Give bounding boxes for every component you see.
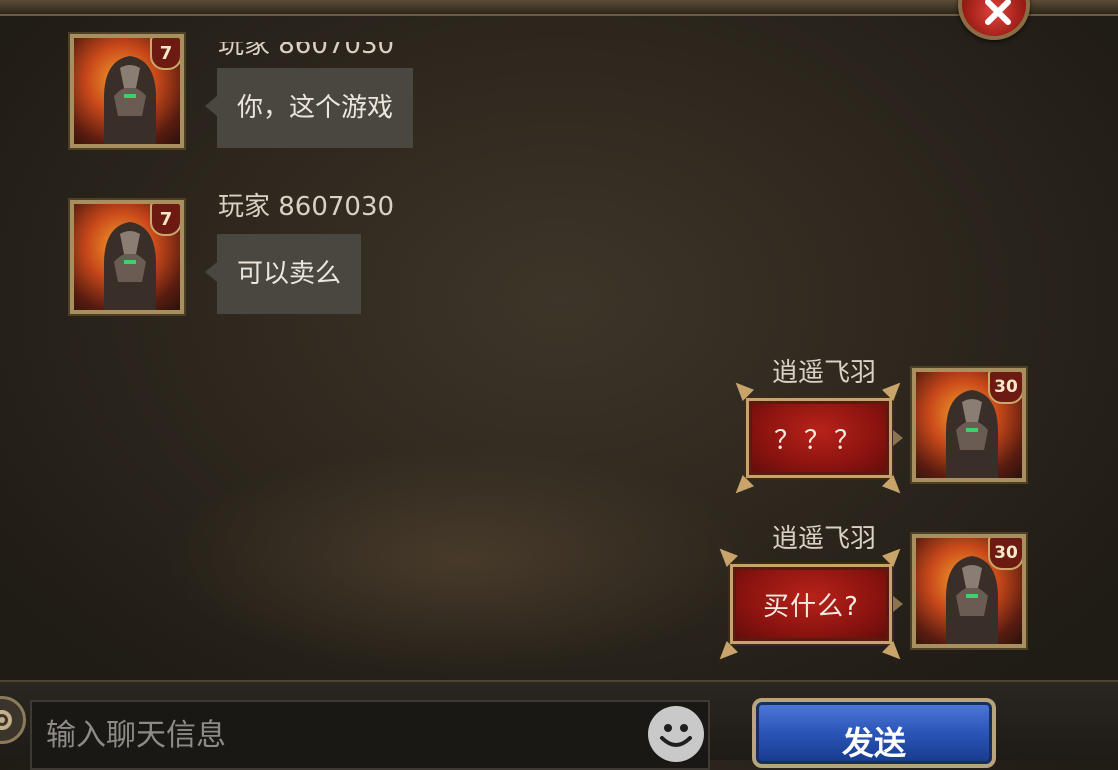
- smiley-icon: [660, 724, 692, 747]
- message-sender-name: 逍遥飞羽: [772, 524, 877, 554]
- chat-message-input[interactable]: [30, 700, 710, 770]
- bubble-corner-spike: [881, 640, 907, 666]
- level-badge: 30: [988, 372, 1022, 404]
- bubble-corner-spike: [881, 474, 907, 500]
- player-avatar[interactable]: 7: [68, 198, 186, 316]
- level-badge: 7: [150, 38, 180, 70]
- message-sender-name: 玩家 8607030: [218, 192, 395, 222]
- level-badge: 7: [150, 204, 180, 236]
- own-message-bubble: ？？？: [746, 398, 903, 478]
- bubble-corner-spike: [713, 640, 739, 666]
- player-avatar[interactable]: 30: [910, 532, 1028, 650]
- window-top-border: [0, 0, 1118, 16]
- own-message-bubble: 买什么?: [730, 564, 903, 644]
- close-button[interactable]: [958, 0, 1030, 40]
- gear-icon: [0, 710, 12, 730]
- player-avatar[interactable]: 7: [68, 32, 186, 150]
- close-x-icon: [985, 0, 1011, 25]
- message-bubble: 可以卖么: [204, 234, 362, 314]
- bubble-corner-spike: [729, 474, 755, 500]
- message-sender-name: 玩家 8607030: [218, 30, 395, 60]
- level-badge: 30: [988, 538, 1022, 570]
- message-sender-name: 逍遥飞羽: [772, 358, 877, 388]
- message-bubble: 你，这个游戏: [204, 68, 414, 148]
- emoji-button[interactable]: [648, 706, 704, 762]
- player-avatar[interactable]: 30: [910, 366, 1028, 484]
